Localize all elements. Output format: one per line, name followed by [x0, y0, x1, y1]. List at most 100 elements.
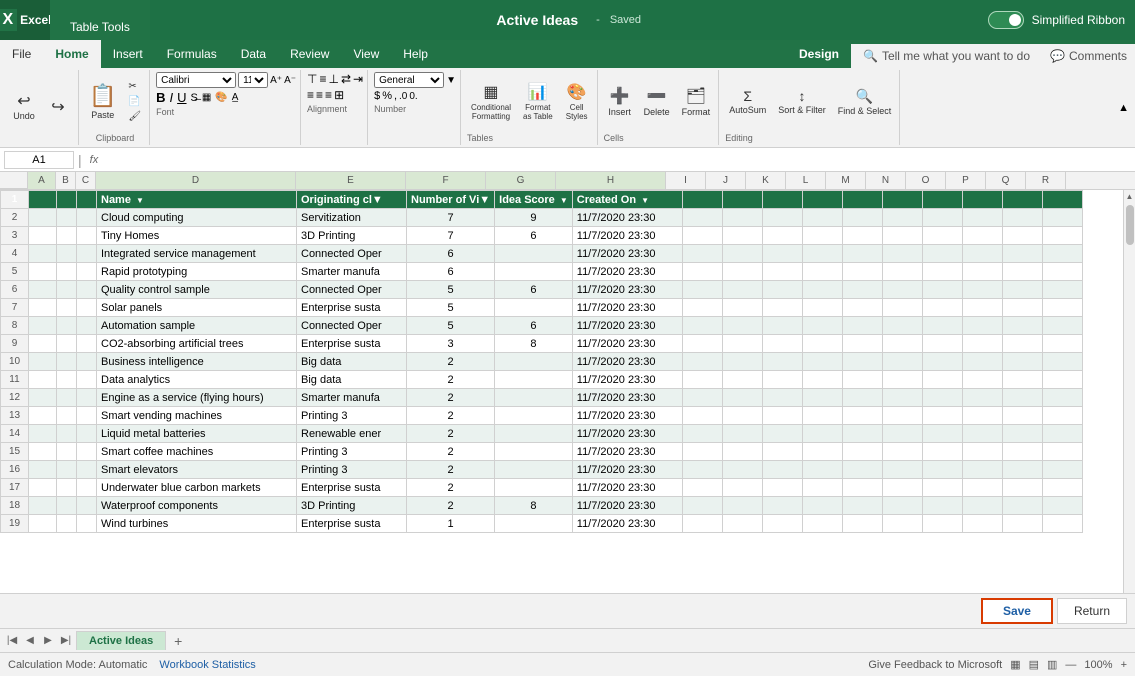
- cell-o[interactable]: [922, 479, 962, 497]
- cell-votes[interactable]: 5: [407, 281, 495, 299]
- col-header-p[interactable]: P: [946, 172, 986, 189]
- cell-created[interactable]: 11/7/2020 23:30: [572, 497, 682, 515]
- cell-k[interactable]: [762, 209, 802, 227]
- cell-j[interactable]: [722, 281, 762, 299]
- cell-c[interactable]: [77, 479, 97, 497]
- cell-created[interactable]: 11/7/2020 23:30: [572, 209, 682, 227]
- cell-votes[interactable]: 2: [407, 407, 495, 425]
- cell-created[interactable]: 11/7/2020 23:30: [572, 407, 682, 425]
- cell-a[interactable]: [29, 335, 57, 353]
- number-format-select[interactable]: General: [374, 72, 444, 88]
- cell-votes[interactable]: 2: [407, 497, 495, 515]
- cell-i[interactable]: [682, 281, 722, 299]
- row-num[interactable]: 15: [1, 443, 29, 461]
- cell-name[interactable]: Smart elevators: [97, 461, 297, 479]
- cell-p[interactable]: [962, 461, 1002, 479]
- align-bottom-button[interactable]: ⊥: [328, 72, 338, 86]
- cell-b[interactable]: [57, 407, 77, 425]
- cell-i[interactable]: [682, 299, 722, 317]
- cell-b[interactable]: [57, 353, 77, 371]
- cell-b[interactable]: [57, 371, 77, 389]
- font-color-button[interactable]: A̲: [232, 92, 239, 103]
- align-left-button[interactable]: ≡: [307, 88, 314, 102]
- cell-i[interactable]: [682, 371, 722, 389]
- increase-decimal-button[interactable]: .0: [399, 91, 407, 102]
- cell-a[interactable]: [29, 515, 57, 533]
- view-break-button[interactable]: ▥: [1047, 658, 1057, 671]
- cell-o[interactable]: [922, 461, 962, 479]
- font-grow-button[interactable]: A⁺: [270, 75, 282, 86]
- cell-q[interactable]: [1002, 299, 1042, 317]
- cell-votes[interactable]: 1: [407, 515, 495, 533]
- cell-c[interactable]: [77, 461, 97, 479]
- cell-c[interactable]: [77, 227, 97, 245]
- cell-b[interactable]: [57, 515, 77, 533]
- cell-j[interactable]: [722, 317, 762, 335]
- cell-q[interactable]: [1002, 443, 1042, 461]
- cell-name[interactable]: Underwater blue carbon markets: [97, 479, 297, 497]
- cell-l[interactable]: [802, 245, 842, 263]
- cell-o[interactable]: [922, 497, 962, 515]
- format-cells-button[interactable]: 🗂 Format: [678, 84, 715, 119]
- cell-j[interactable]: [722, 299, 762, 317]
- cell-j[interactable]: [722, 227, 762, 245]
- cell-created[interactable]: 11/7/2020 23:30: [572, 299, 682, 317]
- col-header-a[interactable]: A: [28, 172, 56, 189]
- cell-c[interactable]: [77, 407, 97, 425]
- cell-b[interactable]: [57, 443, 77, 461]
- cell-created[interactable]: 11/7/2020 23:30: [572, 389, 682, 407]
- cell-name[interactable]: Liquid metal batteries: [97, 425, 297, 443]
- cell-i[interactable]: [682, 425, 722, 443]
- cell-l[interactable]: [802, 425, 842, 443]
- format-painter-button[interactable]: 🖌: [124, 110, 145, 123]
- cell-orig[interactable]: Printing 3: [297, 443, 407, 461]
- cell-i[interactable]: [682, 497, 722, 515]
- cell-o[interactable]: [922, 227, 962, 245]
- excel-logo[interactable]: X Excel: [0, 0, 50, 40]
- format-as-table-button[interactable]: 📊 Formatas Table: [519, 80, 557, 123]
- vertical-scrollbar[interactable]: ▲ ▼: [1123, 190, 1135, 616]
- cell-n[interactable]: [882, 515, 922, 533]
- cell-r[interactable]: [1042, 317, 1082, 335]
- cell-created[interactable]: 11/7/2020 23:30: [572, 227, 682, 245]
- cell-b[interactable]: [57, 263, 77, 281]
- cell-created[interactable]: 11/7/2020 23:30: [572, 281, 682, 299]
- cell-p[interactable]: [962, 335, 1002, 353]
- cell-m[interactable]: [842, 407, 882, 425]
- cell-a[interactable]: [29, 209, 57, 227]
- cell-l1[interactable]: [802, 191, 842, 209]
- cell-reference-input[interactable]: [4, 151, 74, 169]
- cell-votes[interactable]: 2: [407, 425, 495, 443]
- cell-k1[interactable]: [762, 191, 802, 209]
- cell-a[interactable]: [29, 443, 57, 461]
- cell-o1[interactable]: [922, 191, 962, 209]
- cell-r[interactable]: [1042, 389, 1082, 407]
- tab-formulas[interactable]: Formulas: [155, 40, 229, 68]
- cell-q[interactable]: [1002, 389, 1042, 407]
- cell-p[interactable]: [962, 353, 1002, 371]
- cell-b[interactable]: [57, 389, 77, 407]
- cell-b[interactable]: [57, 335, 77, 353]
- created-filter-icon[interactable]: ▼: [641, 196, 649, 205]
- cell-c[interactable]: [77, 245, 97, 263]
- cell-n[interactable]: [882, 407, 922, 425]
- cell-n[interactable]: [882, 461, 922, 479]
- cell-score[interactable]: 6: [495, 227, 573, 245]
- cell-created[interactable]: 11/7/2020 23:30: [572, 425, 682, 443]
- undo-button[interactable]: ↩Undo: [8, 92, 40, 123]
- cell-r[interactable]: [1042, 497, 1082, 515]
- add-sheet-button[interactable]: +: [168, 631, 188, 651]
- paste-button[interactable]: 📋 Paste: [85, 81, 120, 122]
- percent-button[interactable]: %: [382, 90, 392, 102]
- sheet-nav-first[interactable]: |◀: [4, 633, 20, 649]
- cell-k[interactable]: [762, 425, 802, 443]
- cell-m[interactable]: [842, 245, 882, 263]
- cell-o[interactable]: [922, 263, 962, 281]
- tell-me-bar[interactable]: 🔍 Tell me what you want to do: [851, 44, 1042, 68]
- score-filter-icon[interactable]: ▼: [560, 196, 568, 205]
- cell-q[interactable]: [1002, 479, 1042, 497]
- decrease-decimal-button[interactable]: 0.: [409, 91, 417, 102]
- autosum-button[interactable]: Σ AutoSum: [725, 86, 770, 117]
- cell-p[interactable]: [962, 407, 1002, 425]
- cell-k[interactable]: [762, 443, 802, 461]
